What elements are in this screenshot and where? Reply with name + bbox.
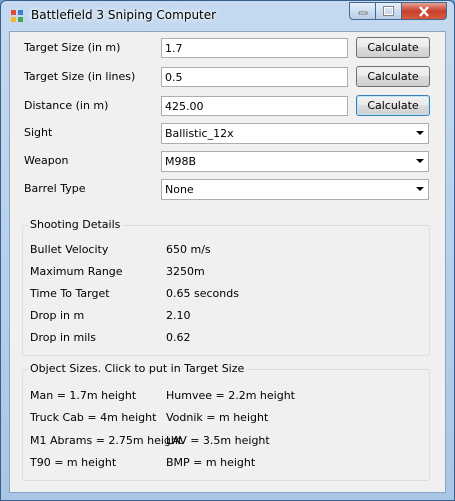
object-bmp-link[interactable]: BMP = m height bbox=[166, 456, 255, 469]
object-sizes-title: Object Sizes. Click to put in Target Siz… bbox=[28, 362, 247, 375]
object-t90-link[interactable]: T90 = m height bbox=[30, 456, 116, 469]
app-window: Battlefield 3 Sniping Computer Target Si… bbox=[0, 0, 455, 501]
object-humvee-link[interactable]: Humvee = 2.2m height bbox=[166, 389, 295, 402]
target-size-m-input[interactable]: 1.7 bbox=[161, 38, 348, 58]
title-bar[interactable]: Battlefield 3 Sniping Computer bbox=[1, 1, 454, 29]
shooting-details-title: Shooting Details bbox=[28, 218, 123, 231]
chevron-down-icon bbox=[416, 159, 424, 163]
sight-label: Sight bbox=[24, 126, 53, 139]
time-to-target-label: Time To Target bbox=[30, 287, 110, 300]
weapon-label: Weapon bbox=[24, 154, 69, 167]
maximize-icon bbox=[383, 6, 394, 16]
app-icon bbox=[11, 10, 23, 22]
calculate-distance-button[interactable]: Calculate bbox=[356, 95, 430, 116]
target-size-m-label: Target Size (in m) bbox=[24, 41, 121, 54]
weapon-dropdown[interactable]: M98B bbox=[161, 151, 429, 172]
object-m1-abrams-link[interactable]: M1 Abrams = 2.75m height bbox=[30, 434, 182, 447]
maximum-range-value: 3250m bbox=[166, 265, 205, 278]
chevron-down-icon bbox=[416, 131, 424, 135]
drop-mils-value: 0.62 bbox=[166, 331, 191, 344]
maximum-range-label: Maximum Range bbox=[30, 265, 123, 278]
object-man-link[interactable]: Man = 1.7m height bbox=[30, 389, 136, 402]
sight-value: Ballistic_12x bbox=[165, 127, 234, 140]
close-icon bbox=[419, 5, 429, 17]
barrel-type-dropdown[interactable]: None bbox=[161, 179, 429, 200]
drop-m-value: 2.10 bbox=[166, 309, 191, 322]
target-size-lines-input[interactable]: 0.5 bbox=[161, 67, 348, 87]
drop-m-label: Drop in m bbox=[30, 309, 85, 322]
sight-dropdown[interactable]: Ballistic_12x bbox=[161, 123, 429, 144]
bullet-velocity-value: 650 m/s bbox=[166, 243, 211, 256]
minimize-icon bbox=[358, 11, 367, 15]
chevron-down-icon bbox=[416, 187, 424, 191]
calculate-target-size-lines-button[interactable]: Calculate bbox=[356, 66, 430, 87]
distance-label: Distance (in m) bbox=[24, 99, 109, 112]
object-vodnik-link[interactable]: Vodnik = m height bbox=[166, 411, 268, 424]
window-title: Battlefield 3 Sniping Computer bbox=[31, 8, 217, 22]
target-size-lines-label: Target Size (in lines) bbox=[24, 70, 136, 83]
calculate-target-size-m-button[interactable]: Calculate bbox=[356, 37, 430, 58]
form-body: Target Size (in m) 1.7 Calculate Target … bbox=[9, 31, 446, 493]
drop-mils-label: Drop in mils bbox=[30, 331, 97, 344]
object-truck-cab-link[interactable]: Truck Cab = 4m height bbox=[30, 411, 156, 424]
weapon-value: M98B bbox=[165, 155, 197, 168]
bullet-velocity-label: Bullet Velocity bbox=[30, 243, 109, 256]
minimize-button[interactable] bbox=[349, 2, 376, 20]
barrel-type-label: Barrel Type bbox=[24, 182, 86, 195]
close-button[interactable] bbox=[401, 2, 447, 20]
object-lav-link[interactable]: LAV = 3.5m height bbox=[166, 434, 270, 447]
barrel-type-value: None bbox=[165, 183, 194, 196]
distance-input[interactable]: 425.00 bbox=[161, 96, 348, 116]
time-to-target-value: 0.65 seconds bbox=[166, 287, 239, 300]
maximize-button[interactable] bbox=[375, 2, 402, 20]
